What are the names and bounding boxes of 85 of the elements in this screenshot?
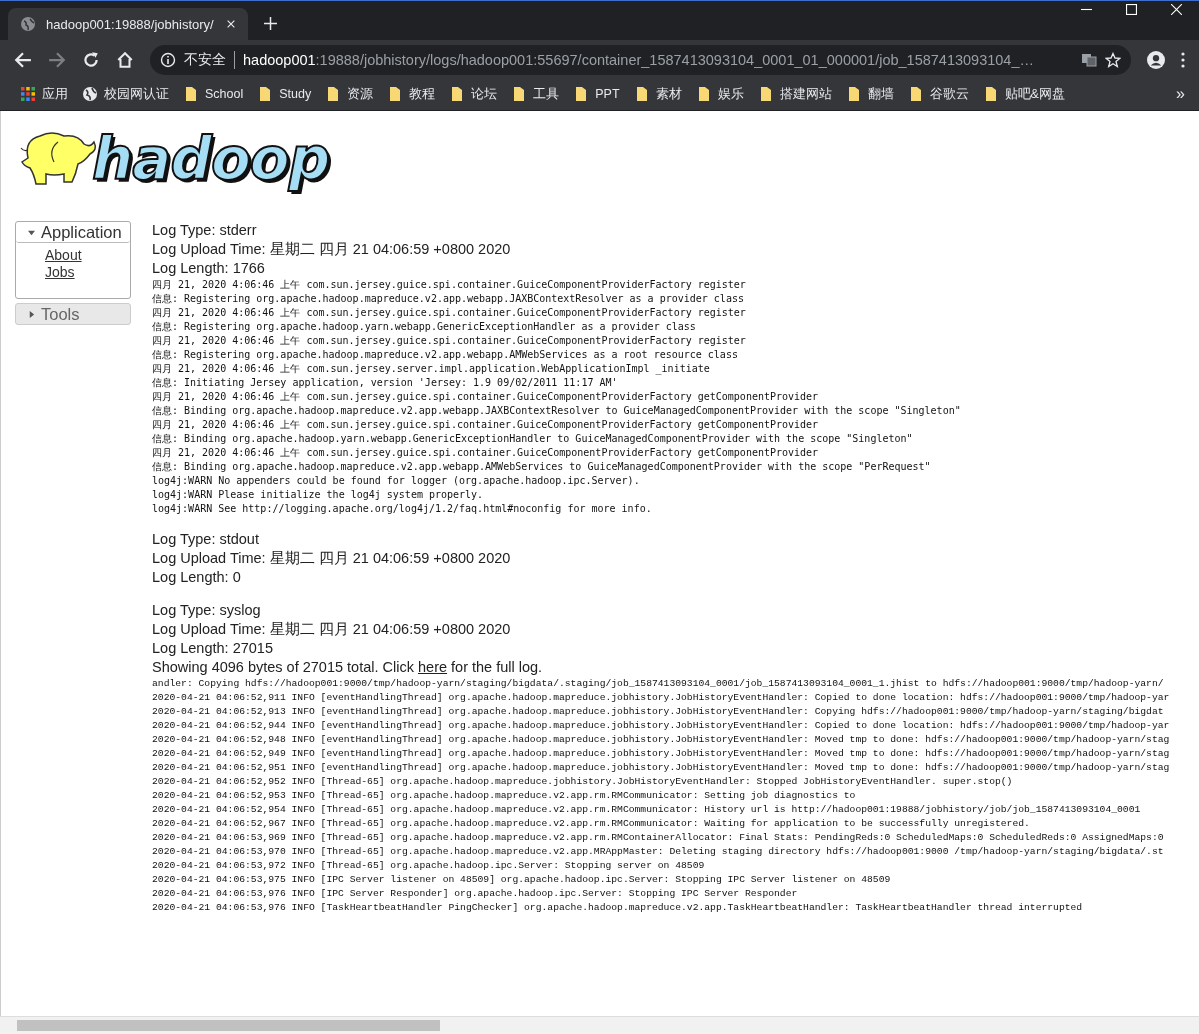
log-line: log4j:WARN Please initialize the log4j system properly. bbox=[152, 488, 485, 502]
log-line: andler: Copying hdfs://hadoop001:9000/tmp/hadoop-yarn/staging/bigdata/.staging/job_1587413093104_0001/job_1587413093104_0001_1.jhist to hdfs://hadoop001:9000/tmp/hadoop-yarn/ bbox=[152, 677, 1165, 691]
log-type: Log Type: syslog bbox=[152, 601, 262, 620]
log-line: 2020-04-21 04:06:52,952 INFO [Thread-65] org.apache.hadoop.mapreduce.jobhistory.JobHistoryEventHandler: Stopped JobHistoryEventHandler. super.stop() bbox=[152, 775, 1014, 789]
bookmark[interactable]: 论坛 bbox=[443, 85, 504, 103]
log-line: 四月 21, 2020 4:06:46 上午 com.sun.jersey.guice.spi.container.GuiceComponentProviderFactory register bbox=[152, 306, 747, 320]
log-line: 四月 21, 2020 4:06:46 上午 com.sun.jersey.guice.spi.container.GuiceComponentProviderFactory getComponentProvider bbox=[152, 418, 820, 432]
url-text: hadoop001:19888/jobhistory/logs/hadoop001:55697/container_1587413093104_0001_01_000001/job_1587413093104_… bbox=[243, 52, 1035, 68]
log-length: Log Length: 27015 bbox=[152, 639, 274, 658]
log-line: 2020-04-21 04:06:53,972 INFO [Thread-65] org.apache.hadoop.ipc.Server: Stopping server on 48509 bbox=[152, 859, 706, 873]
log-line: 2020-04-21 04:06:52,949 INFO [eventHandlingThread] org.apache.hadoop.mapreduce.jobhistory.JobHistoryEventHandler: Moved tmp to done: hdfs://hadoop001:9000/tmp/hadoop-yarn/stag bbox=[152, 747, 1171, 761]
log-line: 四月 21, 2020 4:06:46 上午 com.sun.jersey.guice.spi.container.GuiceComponentProviderFactory getComponentProvider bbox=[152, 390, 820, 404]
log-line: 2020-04-21 04:06:52,967 INFO [Thread-65] org.apache.hadoop.mapreduce.v2.app.rm.RMCommunicator: Waiting for application to be successfully unregistered. bbox=[152, 817, 1031, 831]
sidebar-section-header[interactable]: Application bbox=[16, 222, 130, 243]
triangle-icon bbox=[28, 228, 35, 236]
info-icon bbox=[160, 52, 176, 68]
tab-title: hadoop001:19888/jobhistory/ bbox=[46, 16, 215, 32]
sidebar-link[interactable]: Jobs bbox=[45, 264, 75, 281]
browser-tab[interactable]: hadoop001:19888/jobhistory/ bbox=[8, 8, 248, 40]
sidebar-link[interactable]: About bbox=[45, 247, 82, 264]
log-type: Log Type: stderr bbox=[152, 221, 258, 240]
log-note: Showing 4096 bytes of 27015 total. Click here for the full log. bbox=[152, 658, 544, 677]
log-line: 信息: Registering org.apache.hadoop.yarn.webapp.GenericExceptionHandler as a provider class bbox=[152, 320, 697, 334]
log-line: 2020-04-21 04:06:52,951 INFO [eventHandlingThread] org.apache.hadoop.mapreduce.jobhistory.JobHistoryEventHandler: Moved tmp to done: hdfs://hadoop001:9000/tmp/hadoop-yarn/stag bbox=[152, 761, 1171, 775]
log-line: 信息: Binding org.apache.hadoop.mapreduce.v2.app.webapp.JAXBContextResolver to GuiceManagedComponentProvider with the scope "Singleton" bbox=[152, 404, 962, 418]
log-line: 信息: Registering org.apache.hadoop.mapreduce.v2.app.webapp.AMWebServices as a root resource class bbox=[152, 348, 739, 362]
bookmark[interactable]: 素材 bbox=[627, 85, 688, 103]
log-upload-time: Log Upload Time: 星期二 四月 21 04:06:59 +0800 2020 bbox=[152, 549, 512, 568]
globe-icon bbox=[82, 86, 98, 102]
bookmark[interactable]: 谷歌云 bbox=[901, 85, 975, 103]
security-label: 不安全 bbox=[184, 51, 226, 69]
log-length: Log Length: 1766 bbox=[152, 259, 266, 278]
new-tab-icon[interactable] bbox=[264, 17, 277, 30]
bookmark[interactable]: 资源 bbox=[319, 85, 380, 103]
log-length: Log Length: 0 bbox=[152, 568, 242, 587]
star-icon[interactable] bbox=[1105, 52, 1121, 68]
horizontal-scrollbar[interactable] bbox=[0, 1016, 1199, 1034]
full-log-link[interactable]: here bbox=[418, 659, 448, 675]
bookmark[interactable]: School bbox=[177, 86, 250, 102]
bookmark[interactable]: 应用 bbox=[14, 85, 74, 103]
log-line: 信息: Binding org.apache.hadoop.mapreduce.v2.app.webapp.AMWebServices to GuiceManagedComponentProvider with the scope "PerRequest" bbox=[152, 460, 932, 474]
bookmark[interactable]: 娱乐 bbox=[689, 85, 750, 103]
apps-grid-icon bbox=[20, 86, 36, 102]
log-line: 2020-04-21 04:06:52,911 INFO [eventHandlingThread] org.apache.hadoop.mapreduce.jobhistory.JobHistoryEventHandler: Copied to done location: hdfs://hadoop001:9000/tmp/hadoop-yar bbox=[152, 691, 1171, 705]
bookmark[interactable]: 贴吧&网盘 bbox=[976, 85, 1071, 103]
section-label: Application bbox=[41, 222, 122, 242]
log-upload-time: Log Upload Time: 星期二 四月 21 04:06:59 +0800 2020 bbox=[152, 240, 512, 259]
log-line: 2020-04-21 04:06:52,944 INFO [eventHandlingThread] org.apache.hadoop.mapreduce.jobhistory.JobHistoryEventHandler: Copied to done location: hdfs://hadoop001:9000/tmp/hadoop-yar bbox=[152, 719, 1171, 733]
bookmark[interactable]: 搭建网站 bbox=[751, 85, 838, 103]
log-line: 信息: Initiating Jersey application, version 'Jersey: 1.9 09/02/2011 11:17 AM' bbox=[152, 376, 619, 390]
bookmark[interactable]: PPT bbox=[567, 86, 626, 102]
log-line: 2020-04-21 04:06:53,969 INFO [Thread-65] org.apache.hadoop.mapreduce.v2.app.rm.RMContainerAllocator: Final Stats: PendingReds:0 ScheduledMaps:0 ScheduledReds:0 AssignedMaps:0 bbox=[152, 831, 1165, 845]
log-line: 信息: Registering org.apache.hadoop.mapreduce.v2.app.webapp.JAXBContextResolver as a provider class bbox=[152, 292, 745, 306]
log-line: 2020-04-21 04:06:53,976 INFO [IPC Server Responder] org.apache.hadoop.ipc.Server: Stopping IPC Server Responder bbox=[152, 887, 799, 901]
log-line: 四月 21, 2020 4:06:46 上午 com.sun.jersey.guice.spi.container.GuiceComponentProviderFactory getComponentProvider bbox=[152, 446, 820, 460]
bookmark[interactable]: 校园网认证 bbox=[76, 85, 175, 103]
log-line: 四月 21, 2020 4:06:46 上午 com.sun.jersey.server.impl.application.WebApplicationImpl _initiate bbox=[152, 362, 711, 376]
triangle-icon bbox=[28, 310, 35, 318]
log-line: 2020-04-21 04:06:53,970 INFO [Thread-65] org.apache.hadoop.mapreduce.v2.app.MRAppMaster: Deleting staging directory hdfs://hadoop001:9000 /tmp/hadoop-yarn/staging/bigdata/.st bbox=[152, 845, 1165, 859]
log-line: 信息: Binding org.apache.hadoop.yarn.webapp.GenericExceptionHandler to GuiceManagedComponentProvider with the scope "Singleton" bbox=[152, 432, 914, 446]
log-line: 四月 21, 2020 4:06:46 上午 com.sun.jersey.guice.spi.container.GuiceComponentProviderFactory register bbox=[152, 278, 747, 292]
more-bookmarks-button[interactable]: » bbox=[1170, 85, 1191, 103]
log-line: 四月 21, 2020 4:06:46 上午 com.sun.jersey.guice.spi.container.GuiceComponentProviderFactory register bbox=[152, 334, 747, 348]
bookmark[interactable]: 翻墙 bbox=[839, 85, 900, 103]
folder-icon bbox=[183, 86, 199, 102]
log-line: 2020-04-21 04:06:52,954 INFO [Thread-65] org.apache.hadoop.mapreduce.v2.app.rm.RMCommunicator: History url is http://hadoop001:19888/jobhistory/job/job_1587413093104_0001 bbox=[152, 803, 1142, 817]
section-label: Tools bbox=[41, 304, 80, 324]
scrollbar-thumb[interactable] bbox=[17, 1020, 440, 1031]
log-line: 2020-04-21 04:06:53,975 INFO [IPC Server listener on 48509] org.apache.hadoop.ipc.Server: Stopping IPC Server listener on 48509 bbox=[152, 873, 892, 887]
sidebar-section-header[interactable]: Tools bbox=[15, 303, 131, 325]
log-line: 2020-04-21 04:06:53,976 INFO [TaskHeartbeatHandler PingChecker] org.apache.hadoop.mapreduce.v2.app.TaskHeartbeatHandler: TaskHeartbeatHandler thread interrupted bbox=[152, 901, 1084, 915]
log-upload-time: Log Upload Time: 星期二 四月 21 04:06:59 +0800 2020 bbox=[152, 620, 512, 639]
bookmark[interactable]: Study bbox=[251, 86, 318, 102]
log-line: log4j:WARN No appenders could be found for logger (org.apache.hadoop.ipc.Server). bbox=[152, 474, 641, 488]
address-bar[interactable]: 不安全 hadoop001:19888/jobhistory/logs/hadoop001:55697/container_1587413093104_0001_01_000001/job_1587413093104_… bbox=[150, 45, 1131, 75]
bookmark[interactable]: 教程 bbox=[381, 85, 442, 103]
globe-icon bbox=[20, 16, 36, 32]
bookmark[interactable]: 工具 bbox=[505, 85, 566, 103]
log-line: 2020-04-21 04:06:52,948 INFO [eventHandlingThread] org.apache.hadoop.mapreduce.jobhistory.JobHistoryEventHandler: Moved tmp to done: hdfs://hadoop001:9000/tmp/hadoop-yarn/stag bbox=[152, 733, 1171, 747]
log-line: log4j:WARN See http://logging.apache.org/log4j/1.2/faq.html#noconfig for more info. bbox=[152, 502, 653, 516]
log-type: Log Type: stdout bbox=[152, 530, 260, 549]
close-icon[interactable] bbox=[226, 19, 236, 29]
log-line: 2020-04-21 04:06:52,953 INFO [Thread-65] org.apache.hadoop.mapreduce.v2.app.rm.RMCommunicator: Setting job diagnostics to bbox=[152, 789, 857, 803]
log-line: 2020-04-21 04:06:52,913 INFO [eventHandlingThread] org.apache.hadoop.mapreduce.jobhistory.JobHistoryEventHandler: Copying hdfs://hadoop001:9000/tmp/hadoop-yarn/staging/bigdat bbox=[152, 705, 1165, 719]
maximize-icon[interactable] bbox=[1126, 4, 1137, 15]
